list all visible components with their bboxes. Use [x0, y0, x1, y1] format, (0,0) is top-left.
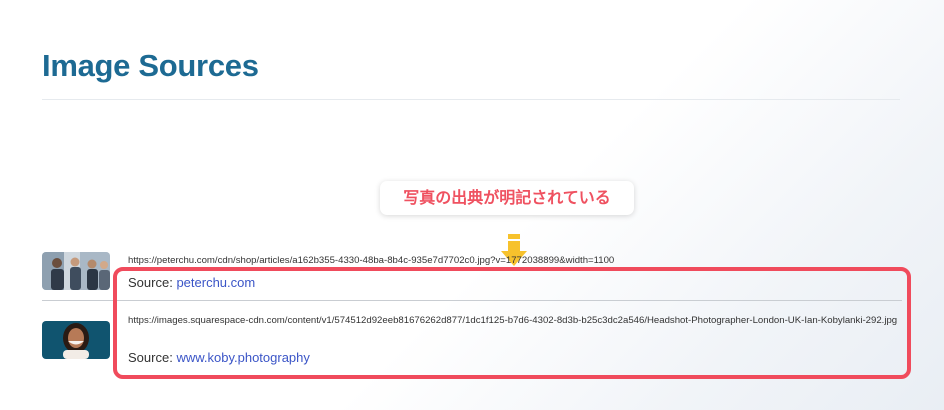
annotation-callout: 写真の出典が明記されている — [380, 181, 634, 215]
source-thumbnail[interactable] — [42, 321, 110, 359]
source-thumbnail[interactable] — [42, 252, 110, 290]
title-divider — [42, 99, 900, 100]
highlight-box — [113, 267, 911, 379]
page-title: Image Sources — [42, 48, 259, 83]
